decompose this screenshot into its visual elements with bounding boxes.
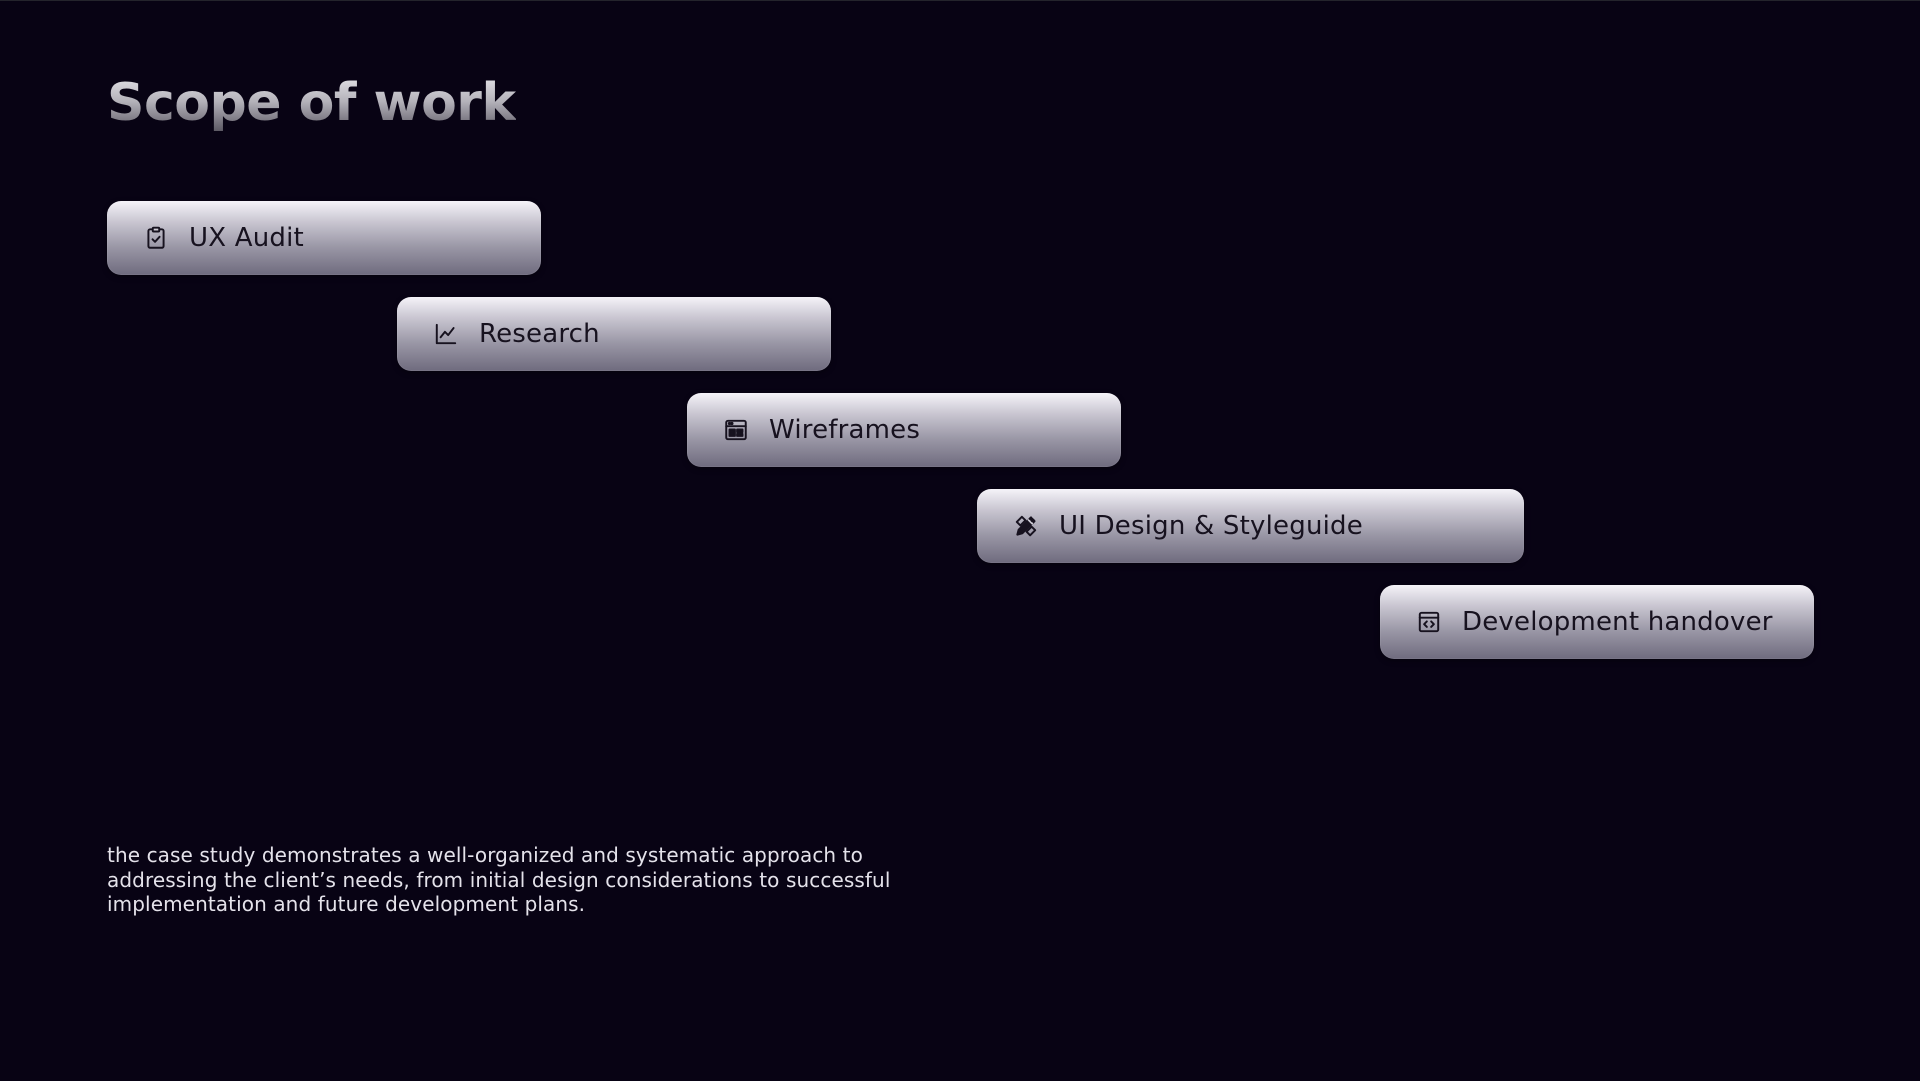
step-label: Research <box>479 319 600 349</box>
step-development-handover: Development handover <box>1380 585 1814 659</box>
code-window-icon <box>1416 609 1442 635</box>
step-research: Research <box>397 297 831 371</box>
step-label: Development handover <box>1462 607 1773 637</box>
pencil-ruler-icon <box>1013 513 1039 539</box>
step-label: UI Design & Styleguide <box>1059 511 1363 541</box>
case-study-description: the case study demonstrates a well-organ… <box>107 843 891 916</box>
step-label: UX Audit <box>189 223 304 253</box>
scope-steps: UX Audit Research Wireframes UI Design &… <box>0 1 1920 701</box>
step-ux-audit: UX Audit <box>107 201 541 275</box>
step-wireframes: Wireframes <box>687 393 1121 467</box>
step-label: Wireframes <box>769 415 921 445</box>
clipboard-check-icon <box>143 225 169 251</box>
line-chart-icon <box>433 321 459 347</box>
layout-window-icon <box>723 417 749 443</box>
slide: Scope of work UX Audit Research Wirefram… <box>0 0 1920 1081</box>
step-ui-design: UI Design & Styleguide <box>977 489 1524 563</box>
